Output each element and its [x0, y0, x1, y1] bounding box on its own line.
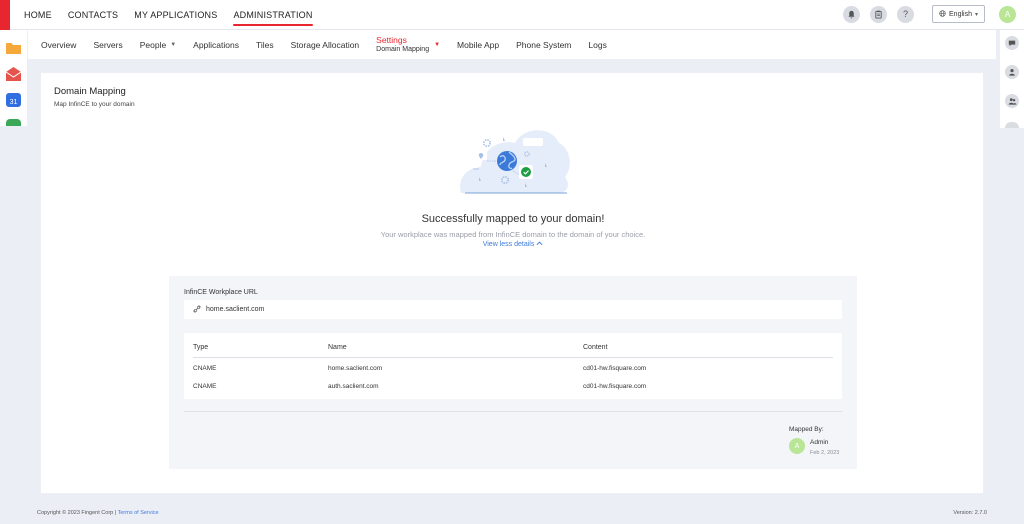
subnav-logs[interactable]: Logs	[588, 40, 606, 50]
subnav-storage-allocation[interactable]: Storage Allocation	[291, 40, 360, 50]
caret-down-icon: ▼	[434, 41, 441, 48]
workplace-url-field: home.saclient.com	[184, 300, 842, 319]
users-icon[interactable]	[1005, 94, 1019, 108]
avatar[interactable]: A	[999, 5, 1016, 23]
copyright-text: Copyright © 2023 Fingent Corp |	[37, 510, 118, 516]
brand-strip	[0, 0, 10, 30]
record-type: CNAME	[193, 365, 217, 372]
domain-illustration	[460, 130, 570, 194]
chevron-up-icon	[536, 241, 543, 248]
success-title: Successfully mapped to your domain!	[421, 213, 605, 225]
subnav-label: Tiles	[256, 39, 274, 50]
clipboard-icon[interactable]	[870, 5, 888, 23]
mapped-by-name: Admin	[810, 439, 829, 446]
page-title: Domain Mapping	[54, 86, 126, 97]
record-type: CNAME	[193, 383, 217, 390]
column-header-name: Name	[328, 344, 347, 351]
chat-app-icon[interactable]	[6, 119, 21, 126]
subnav-label: People	[139, 39, 167, 50]
record-name: auth.saclient.com	[328, 383, 379, 390]
subnav-label: Phone System	[516, 39, 572, 50]
workplace-url-label: InfinCE Workplace URL	[184, 289, 258, 296]
terms-of-service-link[interactable]: Terms of Service	[118, 510, 159, 516]
divider	[184, 411, 842, 412]
subnav-tiles[interactable]: Tiles	[256, 40, 274, 50]
subnav-label: Applications	[193, 39, 239, 50]
app-rail-left: 31	[0, 30, 27, 126]
table-header: Type Name Content	[193, 344, 833, 358]
subnav-label: Overview	[41, 39, 77, 50]
folder-icon[interactable]	[6, 41, 21, 55]
subnav-people[interactable]: People ▼	[140, 40, 176, 50]
calendar-icon[interactable]: 31	[6, 93, 21, 107]
subnav-label: Storage Allocation	[290, 39, 360, 50]
mapped-by-date: Feb 2, 2023	[810, 450, 840, 456]
nav-my-applications[interactable]: MY APPLICATIONS	[134, 0, 217, 30]
app-rail-right	[1000, 30, 1024, 128]
bell-icon[interactable]	[843, 5, 861, 23]
top-bar: HOME CONTACTS MY APPLICATIONS ADMINISTRA…	[0, 0, 1024, 30]
subnav-applications[interactable]: Applications	[193, 40, 239, 50]
subnav-overview[interactable]: Overview	[41, 40, 76, 50]
user-icon[interactable]	[1005, 65, 1019, 79]
footer-version: Version: 2.7.0	[953, 510, 987, 516]
subnav-sublabel: Domain Mapping	[376, 45, 430, 53]
footer-copyright: Copyright © 2023 Fingent Corp | Terms of…	[37, 510, 159, 516]
link-icon	[193, 305, 201, 315]
subnav-servers[interactable]: Servers	[93, 40, 122, 50]
mapped-by-label: Mapped By:	[789, 426, 824, 433]
chevron-down-icon: ▾	[974, 11, 978, 18]
subnav-label: Settings	[376, 34, 407, 45]
record-name: home.saclient.com	[328, 365, 383, 372]
success-description: Your workplace was mapped from InfinCE d…	[380, 230, 646, 239]
check-icon	[521, 167, 531, 177]
record-content: cd01-hw.fisquare.com	[583, 383, 647, 390]
subnav-settings[interactable]: Settings Domain Mapping ▼	[376, 34, 441, 54]
globe-icon	[939, 9, 946, 19]
caret-down-icon: ▼	[170, 41, 177, 48]
mail-icon[interactable]	[5, 67, 22, 81]
nav-administration[interactable]: ADMINISTRATION	[233, 0, 313, 30]
subnav-label: Mobile App	[457, 39, 500, 50]
column-header-type: Type	[193, 344, 209, 351]
page-subtitle: Map InfinCE to your domain	[54, 101, 135, 108]
chat-icon[interactable]	[1005, 36, 1019, 50]
subnav-phone-system[interactable]: Phone System	[516, 40, 571, 50]
main-nav: HOME CONTACTS MY APPLICATIONS ADMINISTRA…	[24, 0, 313, 30]
language-label: English	[949, 10, 972, 18]
more-app-icon[interactable]	[1005, 122, 1019, 128]
avatar: A	[789, 438, 805, 454]
gear-icon	[482, 138, 491, 147]
nav-contacts[interactable]: CONTACTS	[68, 0, 118, 30]
top-right-controls: ? English ▾ A	[843, 5, 1016, 23]
view-less-label: View less details	[482, 241, 535, 248]
subnav-mobile-app[interactable]: Mobile App	[457, 40, 499, 50]
record-content: cd01-hw.fisquare.com	[583, 365, 647, 372]
view-less-details-link[interactable]: View less details	[41, 241, 985, 248]
globe-icon	[497, 151, 517, 171]
subnav-label: Servers	[93, 39, 123, 50]
language-select[interactable]: English ▾	[932, 5, 985, 23]
mapping-details-panel: InfinCE Workplace URL home.saclient.com …	[169, 276, 857, 469]
domain-mapping-card: Domain Mapping Map InfinCE to your domai…	[40, 72, 984, 494]
admin-subnav: Overview Servers People ▼ Applications Ti…	[28, 30, 996, 59]
settings-labels: Settings Domain Mapping	[376, 34, 430, 54]
dns-records-table: Type Name Content CNAME home.saclient.co…	[184, 333, 842, 399]
subnav-label: Logs	[588, 39, 607, 50]
help-icon[interactable]: ?	[897, 5, 915, 23]
workplace-url-value: home.saclient.com	[206, 306, 265, 313]
column-header-content: Content	[583, 344, 608, 351]
nav-home[interactable]: HOME	[24, 0, 52, 30]
